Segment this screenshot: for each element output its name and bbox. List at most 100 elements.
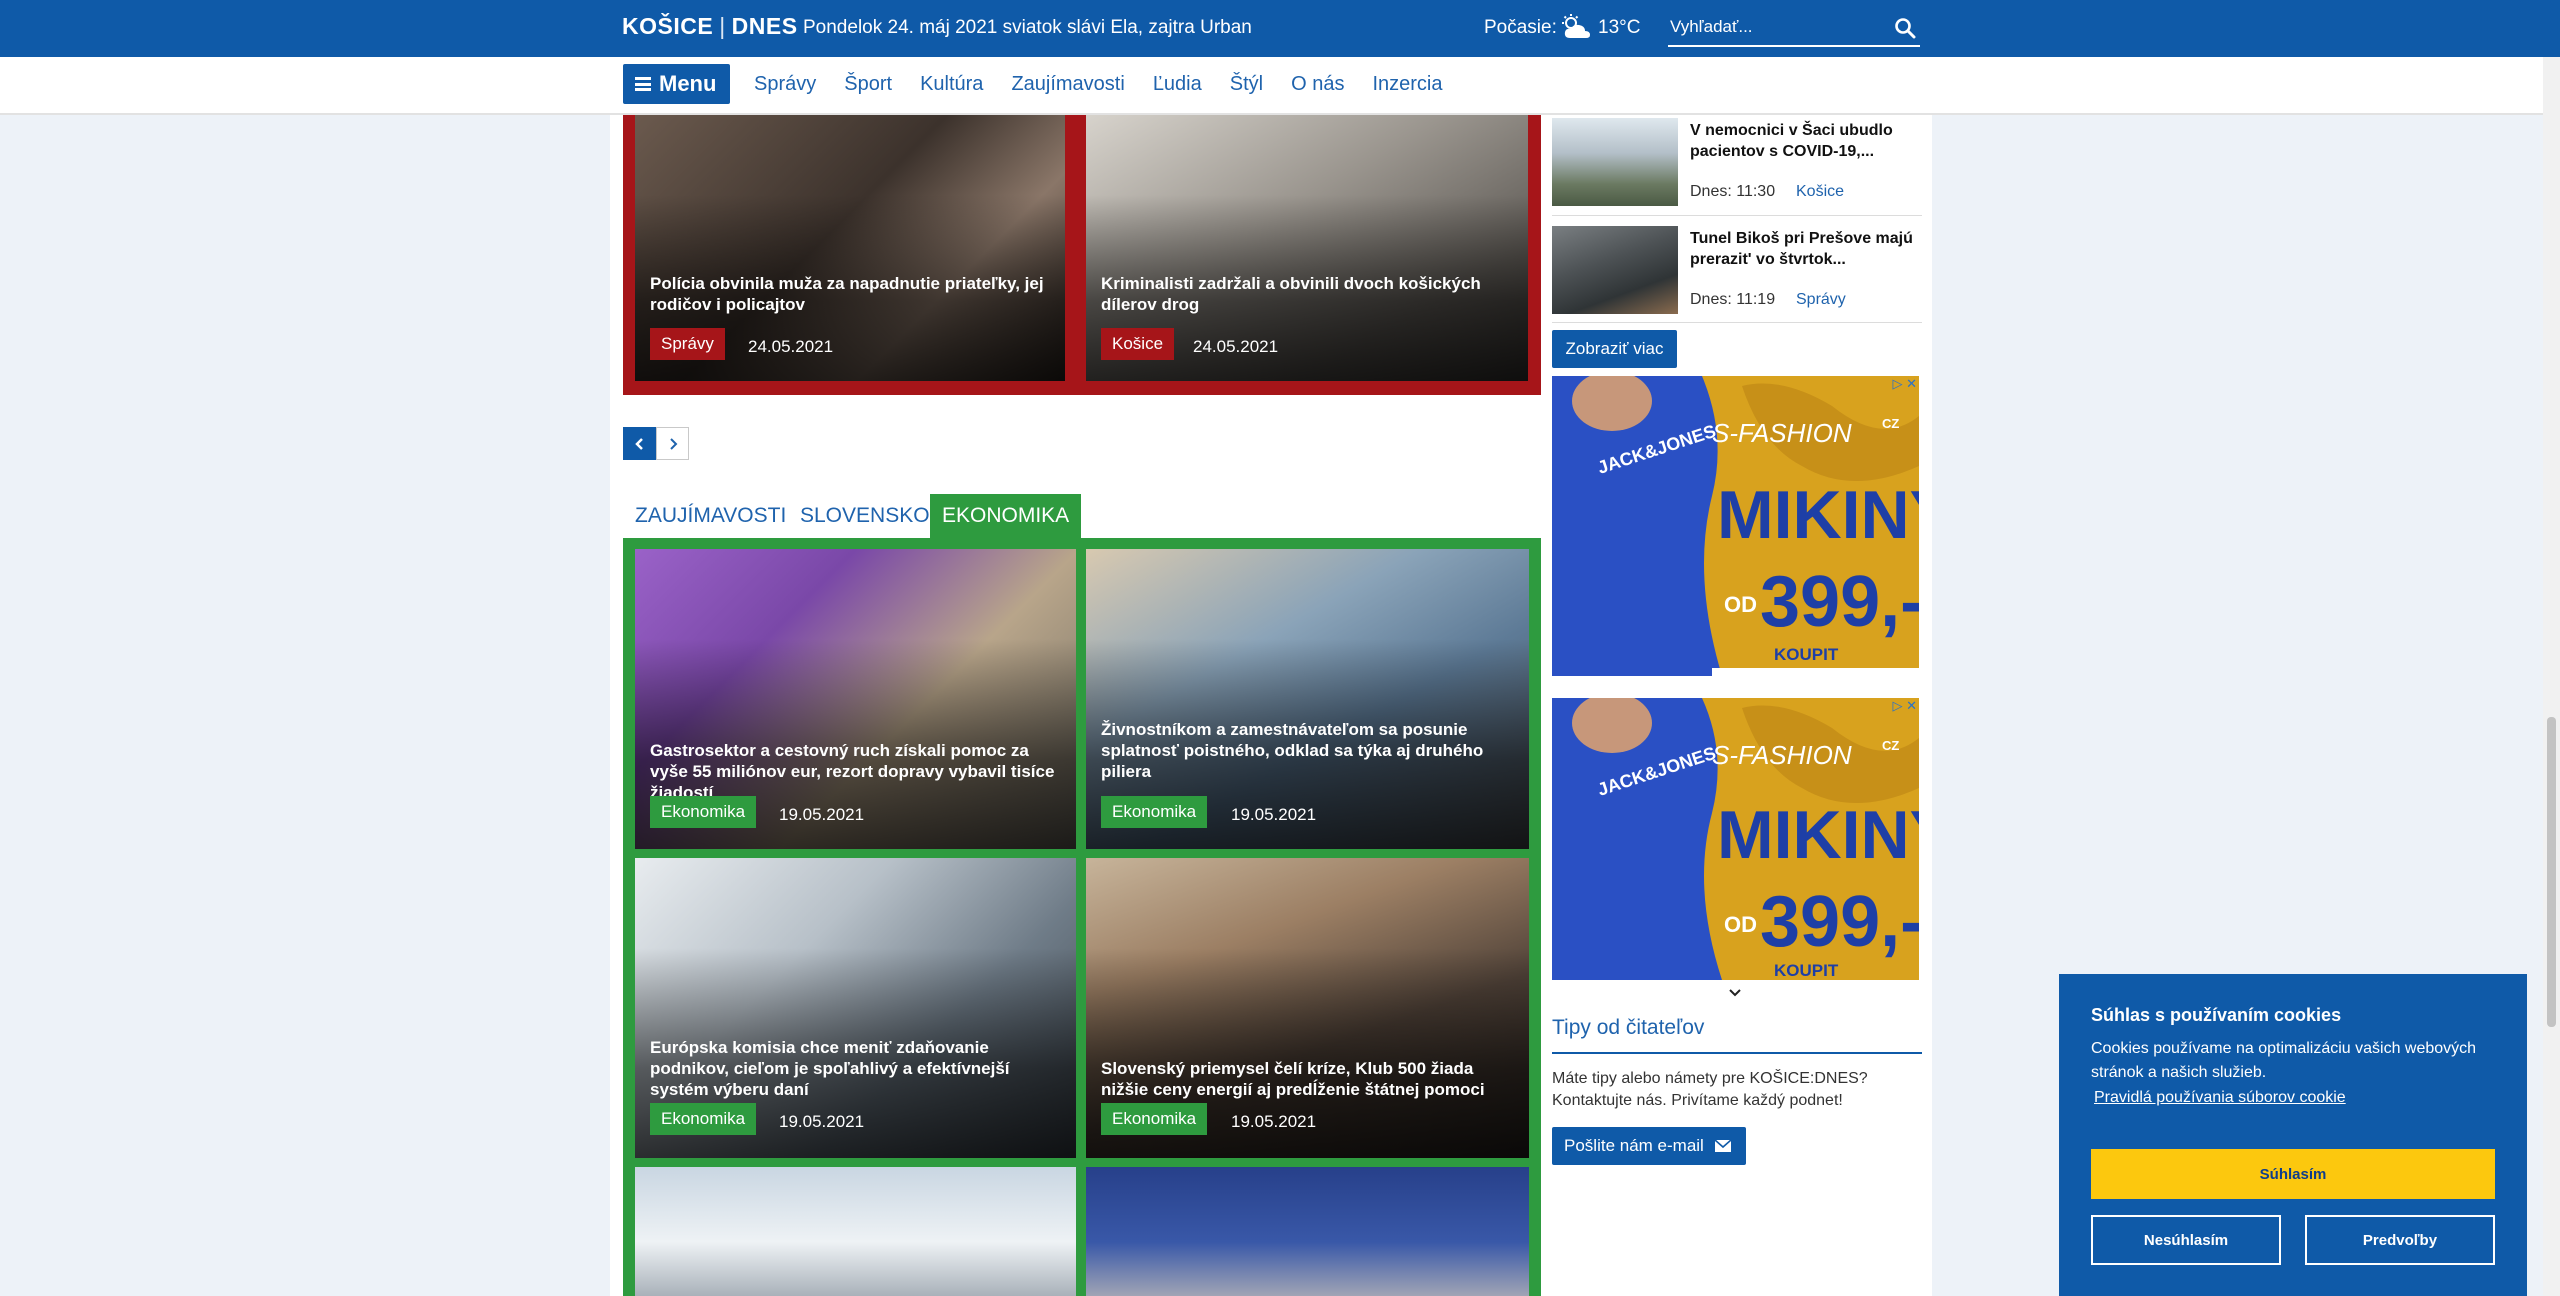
nav-links: Správy Šport Kultúra Zaujímavosti Ľudia … <box>754 73 1470 96</box>
news-card[interactable] <box>1086 1167 1529 1296</box>
card-title: Polícia obvinila muža za napadnutie pria… <box>650 274 1044 314</box>
top-header-bar: KOŠICE | DNES Pondelok 24. máj 2021 sviato… <box>0 0 2560 57</box>
weather-label: Počasie: <box>1484 17 1557 38</box>
divider <box>1552 215 1922 216</box>
ad-headline: MIKINY <box>1717 477 1919 553</box>
top-news-frame: Polícia obvinila muža za napadnutie pria… <box>623 115 1541 395</box>
card-title: Slovenský priemysel čelí kríze, Klub 500… <box>1101 1059 1485 1099</box>
send-email-button[interactable]: Pošlite nám e-mail <box>1552 1127 1746 1165</box>
nav-link-inzercia[interactable]: Inzercia <box>1372 73 1442 96</box>
advertisement[interactable]: S-FASHION CZ JACK&JONES MIKINY OD 399,- … <box>1552 376 1919 676</box>
chevron-down-icon[interactable] <box>1728 988 1742 998</box>
ad-image: S-FASHION CZ JACK&JONES MIKINY OD 399,- … <box>1552 376 1919 676</box>
sidebar-news-time: Dnes: 11:30 <box>1690 183 1776 200</box>
sidebar-news-title: Tunel Bikoš pri Prešove majú prerazit' v… <box>1690 230 1913 268</box>
card-date: 24.05.2021 <box>1193 337 1279 356</box>
cookie-decline-button[interactable]: Nesúhlasím <box>2091 1215 2281 1265</box>
page-scrollbar[interactable] <box>2543 57 2560 1296</box>
news-card[interactable]: Polícia obvinila muža za napadnutie pria… <box>635 115 1065 381</box>
sidebar-news-item[interactable]: Tunel Bikoš pri Prešove majú prerazit' v… <box>1552 226 1922 318</box>
nav-link-o-nas[interactable]: O nás <box>1291 73 1344 96</box>
divider <box>1552 322 1922 323</box>
category-badge[interactable]: Košice <box>1101 328 1175 360</box>
tab-ekonomika[interactable]: EKONOMIKA <box>930 494 1082 538</box>
ad-close-icon[interactable]: ▷ ✕ <box>1892 698 1917 714</box>
card-date: 19.05.2021 <box>1231 1112 1317 1131</box>
economy-news-frame: Gastrosektor a cestovný ruch získali pom… <box>623 538 1541 1296</box>
card-title: Živnostníkom a zamestnávateľom sa posuni… <box>1101 720 1484 781</box>
ad-cta: KOUPIT <box>1774 645 1839 664</box>
search-icon[interactable] <box>1894 17 1916 39</box>
ad-cta: KOUPIT <box>1774 961 1839 980</box>
divider <box>1552 1052 1922 1054</box>
ad-from: OD <box>1724 592 1757 617</box>
category-badge[interactable]: Ekonomika <box>1101 1103 1208 1135</box>
news-card[interactable] <box>635 1167 1076 1296</box>
card-date: 19.05.2021 <box>1231 805 1317 824</box>
news-card[interactable]: Európska komisia chce meniť zdaňovanie p… <box>635 858 1076 1158</box>
cookie-preferences-button[interactable]: Predvoľby <box>2305 1215 2495 1265</box>
news-card[interactable]: Živnostníkom a zamestnávateľom sa posuni… <box>1086 549 1529 849</box>
card-date: 19.05.2021 <box>779 805 865 824</box>
card-date: 19.05.2021 <box>779 1112 865 1131</box>
news-card[interactable]: Kriminalisti zadržali a obvinili dvoch k… <box>1086 115 1528 381</box>
article-thumbnail <box>1552 226 1678 314</box>
nav-link-sport[interactable]: Šport <box>844 73 892 96</box>
ad-price: 399,- <box>1760 882 1919 962</box>
article-image <box>1086 1167 1529 1296</box>
sidebar-news-title: V nemocnici v Šaci ubudlo pacientov s CO… <box>1690 122 1893 160</box>
card-title: Gastrosektor a cestovný ruch získali pom… <box>650 741 1055 802</box>
nav-link-ludia[interactable]: Ľudia <box>1153 73 1202 96</box>
nav-link-kultura[interactable]: Kultúra <box>920 73 983 96</box>
hamburger-icon <box>635 77 651 91</box>
cookie-consent-dialog: Súhlas s používaním cookies Cookies použ… <box>2059 974 2527 1296</box>
slider-next-button[interactable] <box>656 427 689 460</box>
ad-headline: MIKINY <box>1717 797 1919 873</box>
nav-link-zaujimavosti[interactable]: Zaujímavosti <box>1011 73 1124 96</box>
ad-image: S-FASHION CZ JACK&JONES MIKINY OD 399,- … <box>1552 698 1919 980</box>
advertisement[interactable]: S-FASHION CZ JACK&JONES MIKINY OD 399,- … <box>1552 698 1919 980</box>
cookie-accept-button[interactable]: Súhlasím <box>2091 1149 2495 1199</box>
nav-link-spravy[interactable]: Správy <box>754 73 816 96</box>
ad-from: OD <box>1724 912 1757 937</box>
chevron-left-icon <box>634 437 643 450</box>
ad-brand: S-FASHION <box>1712 418 1852 448</box>
category-badge[interactable]: Ekonomika <box>1101 796 1208 828</box>
tips-heading: Tipy od čitateľov <box>1552 1016 1705 1039</box>
sidebar-news-category[interactable]: Správy <box>1796 291 1846 309</box>
news-card[interactable]: Gastrosektor a cestovný ruch získali pom… <box>635 549 1076 849</box>
ad-country: CZ <box>1882 738 1899 753</box>
tips-text: Máte tipy alebo námety pre KOŠICE:DNES? … <box>1552 1070 1868 1109</box>
cookie-title: Súhlas s používaním cookies <box>2091 1005 2342 1025</box>
tab-slovensko[interactable]: SLOVENSKO <box>788 494 942 538</box>
nav-link-styl[interactable]: Štýl <box>1230 73 1263 96</box>
show-more-button[interactable]: Zobraziť viac <box>1552 330 1677 368</box>
menu-button[interactable]: Menu <box>623 64 730 104</box>
scrollbar-thumb[interactable] <box>2547 717 2556 1027</box>
category-badge[interactable]: Ekonomika <box>650 1103 757 1135</box>
chevron-right-icon <box>669 437 677 450</box>
weather-temperature: 13°C <box>1598 17 1641 38</box>
sidebar-news-category[interactable]: Košice <box>1796 183 1844 201</box>
card-title: Európska komisia chce meniť zdaňovanie p… <box>650 1038 1010 1099</box>
slider-prev-button[interactable] <box>623 427 656 460</box>
site-logo[interactable]: KOŠICE | DNES <box>622 13 798 40</box>
ad-price: 399,- <box>1760 562 1919 642</box>
category-badge[interactable]: Správy <box>650 328 725 360</box>
search-box <box>1668 11 1920 47</box>
article-thumbnail <box>1552 118 1678 206</box>
tab-zaujimavosti[interactable]: ZAUJÍMAVOSTI <box>623 494 798 538</box>
ad-close-icon[interactable]: ▷ ✕ <box>1892 376 1917 392</box>
sidebar-news-item[interactable]: V nemocnici v Šaci ubudlo pacientov s CO… <box>1552 118 1922 210</box>
envelope-icon <box>1714 1139 1732 1152</box>
cookie-policy-link[interactable]: Pravidlá používania súborov cookie <box>2094 1089 2346 1107</box>
cookie-text: Cookies používame na optimalizáciu vašic… <box>2091 1040 2477 1081</box>
article-image <box>635 1167 1076 1296</box>
category-badge[interactable]: Ekonomika <box>650 796 757 828</box>
search-input[interactable] <box>1668 11 1878 43</box>
news-card[interactable]: Slovenský priemysel čelí kríze, Klub 500… <box>1086 858 1529 1158</box>
dateline: Pondelok 24. máj 2021 sviatok slávi Ela,… <box>803 17 1252 38</box>
main-navigation: Menu Správy Šport Kultúra Zaujímavosti Ľ… <box>0 57 2560 115</box>
cloud-sun-icon <box>1562 14 1590 38</box>
sidebar-news-time: Dnes: 11:19 <box>1690 291 1776 308</box>
